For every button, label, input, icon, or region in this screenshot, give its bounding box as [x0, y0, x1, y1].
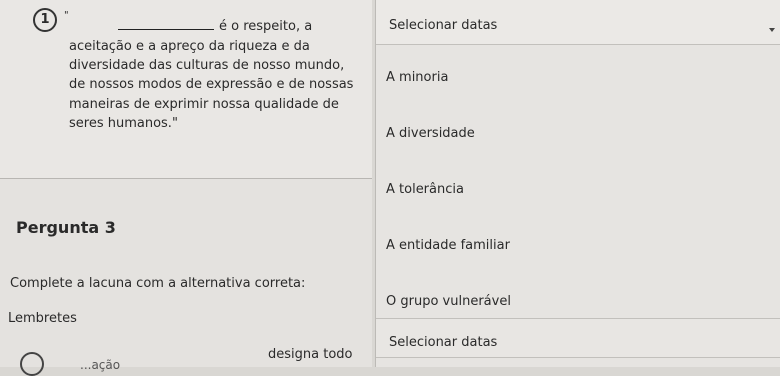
reminder-partial-text: ...ação: [80, 358, 121, 372]
reminder-number-badge: [20, 352, 44, 376]
chevron-down-icon: [769, 28, 775, 32]
reminder-text: designa todo: [268, 347, 353, 362]
option-label: A diversidade: [386, 126, 475, 141]
option-label: A minoria: [386, 70, 449, 85]
question-text-line: aceitação e a apreço da riqueza e da: [69, 39, 310, 54]
reminders-label: Lembretes: [8, 311, 77, 326]
question-text-line: maneiras de exprimir nossa qualidade de: [69, 97, 339, 112]
dropdown-option-grupo-vulneravel[interactable]: O grupo vulnerável: [376, 286, 780, 320]
answer-blank: [118, 29, 214, 30]
question-1-card: 1 " é o respeito, a aceitação e a apreço…: [0, 0, 372, 178]
option-label: A tolerância: [386, 182, 464, 197]
dropdown-placeholder: Selecionar datas: [389, 335, 498, 350]
dropdown-option-tolerancia[interactable]: A tolerância: [376, 174, 780, 208]
question-panel: 1 " é o respeito, a aceitação e a apreço…: [0, 0, 372, 376]
dropdown-placeholder: Selecionar datas: [389, 18, 498, 33]
quote-mark: ": [64, 10, 69, 21]
option-label: O grupo vulnerável: [386, 294, 511, 309]
dropdown-select[interactable]: Selecionar datas: [376, 0, 780, 45]
question-3-title: Pergunta 3: [16, 218, 116, 237]
question-text-line: é o respeito, a: [219, 19, 313, 34]
dropdown-option-minoria[interactable]: A minoria: [376, 62, 780, 96]
dropdown-panel: Selecionar datas A minoria A diversidade…: [375, 0, 780, 367]
section-divider: [0, 178, 372, 179]
question-text-line: diversidade das culturas de nosso mundo,: [69, 58, 345, 73]
question-text-line: seres humanos.": [69, 116, 178, 131]
question-text-line: de nossos modos de expressão e de nossas: [69, 77, 354, 92]
question-number-badge: 1: [33, 8, 57, 32]
question-3-instruction: Complete a lacuna com a alternativa corr…: [10, 276, 306, 291]
option-label: A entidade familiar: [386, 238, 510, 253]
dropdown-select-2[interactable]: Selecionar datas: [376, 318, 780, 358]
dropdown-option-diversidade[interactable]: A diversidade: [376, 118, 780, 152]
dropdown-option-entidade-familiar[interactable]: A entidade familiar: [376, 230, 780, 264]
